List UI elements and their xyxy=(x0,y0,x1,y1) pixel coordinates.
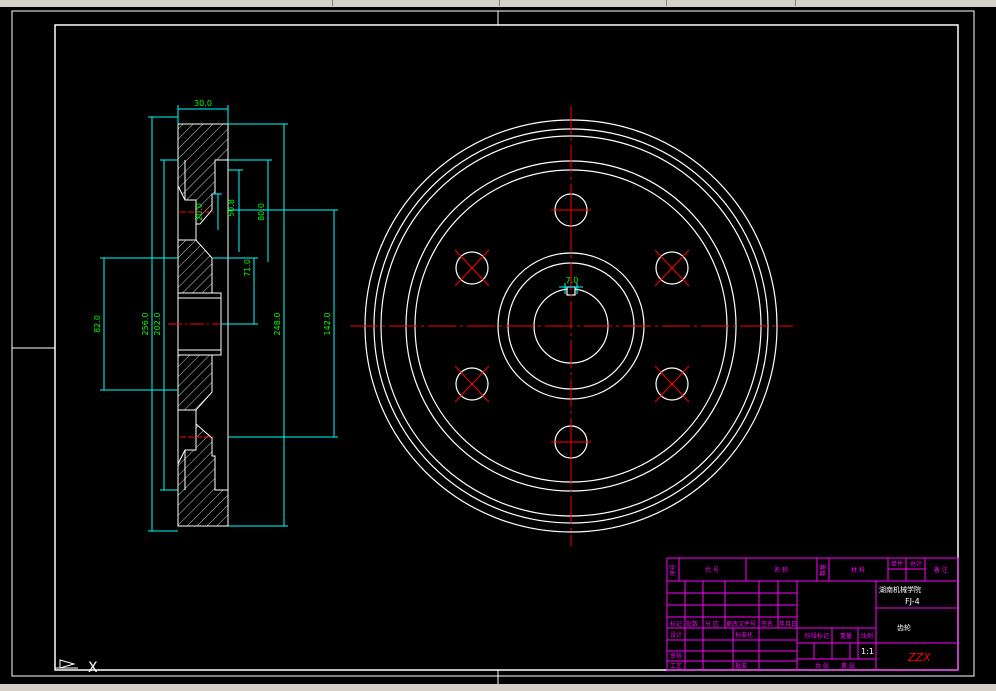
tb-process: 工艺 xyxy=(670,662,682,670)
outer-border xyxy=(11,10,975,677)
tb-seq: 序号 xyxy=(669,564,677,576)
ucs-x-label: X xyxy=(88,660,98,676)
tb-total: 总计 xyxy=(910,560,922,568)
tb-design: 设计 xyxy=(670,631,682,639)
gear-section-view xyxy=(168,123,238,527)
tb-school: 湖南机械学院 xyxy=(879,585,921,594)
tb-author: ZZX xyxy=(907,651,931,664)
tb-code: 代 号 xyxy=(705,566,719,574)
tb-mark: 标记 xyxy=(670,620,682,628)
hatch-web-lower xyxy=(177,354,213,411)
tb-weight: 重量 xyxy=(840,632,852,640)
dim-80: 80.0 xyxy=(257,203,266,221)
dim-202: 202.0 xyxy=(153,313,162,336)
tb-stage: 阶段标记 xyxy=(805,632,829,640)
tb-unit: 单件 xyxy=(891,560,903,568)
tb-scale: 比例 xyxy=(861,632,873,640)
tb-review: 审核 xyxy=(670,652,682,660)
tb-sheet: 第 张 xyxy=(841,662,855,670)
tb-count: 处数 xyxy=(686,620,698,628)
tb-date: 年月日 xyxy=(779,620,797,628)
tb-zone: 分 区 xyxy=(705,620,719,628)
front-view-centerlines xyxy=(350,106,793,546)
dim-20: 20.0 xyxy=(195,203,204,221)
tb-sign: 签名 xyxy=(761,620,773,628)
dim-keyway: 7.0 xyxy=(566,276,579,285)
tb-drawing-code: FJ-4 xyxy=(905,597,920,606)
dim-82: 82.0 xyxy=(93,315,102,333)
tb-ratio: 1:1 xyxy=(861,647,874,656)
side-view-dimensions xyxy=(100,105,338,532)
dim-width-top: 30.0 xyxy=(194,99,212,108)
dim-142: 142.0 xyxy=(323,313,332,336)
tb-sheets: 共 张 xyxy=(815,662,829,670)
hatch-web-upper xyxy=(177,239,213,294)
tb-qty: 数量 xyxy=(819,564,827,576)
dim-248: 248.0 xyxy=(273,313,282,336)
cad-drawing-canvas[interactable]: 30.0 20.0 50.8 80.0 71.0 82.0 256.0 202.… xyxy=(0,0,996,691)
tb-change: 更改文件号 xyxy=(726,620,756,628)
tb-part-name: 齿轮 xyxy=(897,623,911,632)
ucs-icon xyxy=(54,656,78,669)
tb-name: 名 称 xyxy=(774,566,788,574)
tb-material: 材 料 xyxy=(851,566,865,574)
dim-71: 71.0 xyxy=(243,259,252,277)
window-bottom-bar xyxy=(0,684,996,691)
dim-50-8: 50.8 xyxy=(227,199,236,217)
tb-approve: 批准 xyxy=(735,662,747,670)
tb-note: 备 注 xyxy=(934,566,948,574)
dim-256: 256.0 xyxy=(141,313,150,336)
tb-std: 标准化 xyxy=(735,631,753,639)
